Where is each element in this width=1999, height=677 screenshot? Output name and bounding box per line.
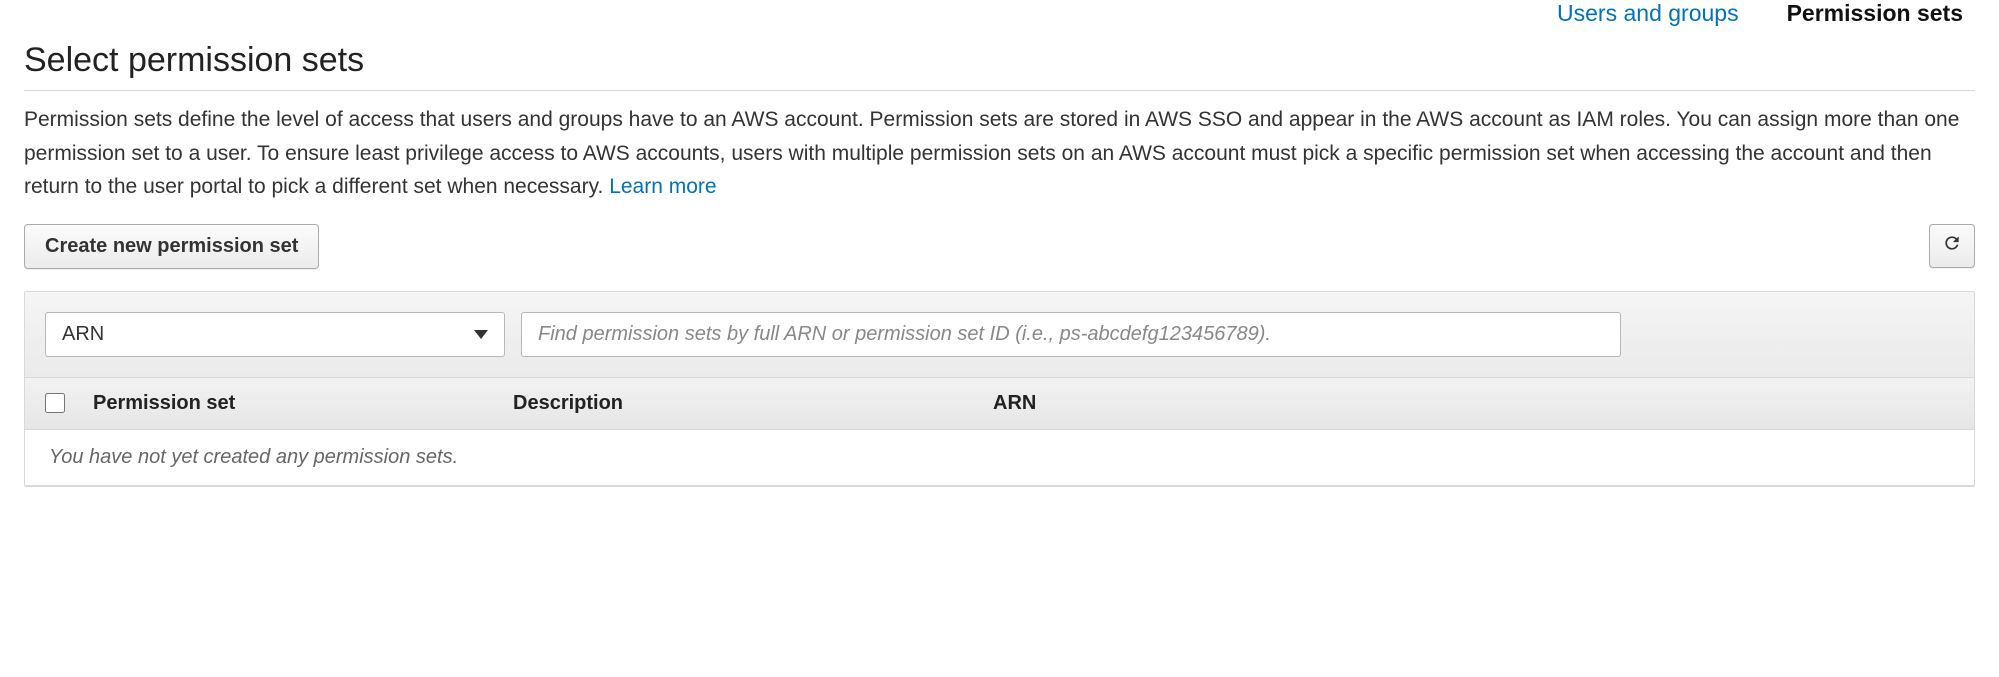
select-all-checkbox[interactable] — [45, 393, 65, 413]
description-text: Permission sets define the level of acce… — [24, 108, 1959, 198]
table-empty-message: You have not yet created any permission … — [25, 430, 1974, 486]
tab-permission-sets[interactable]: Permission sets — [1787, 0, 1963, 27]
tab-bar: Users and groups Permission sets — [24, 0, 1975, 35]
filter-bar: ARN — [25, 292, 1974, 378]
chevron-down-icon — [474, 330, 488, 339]
column-header-arn[interactable]: ARN — [993, 392, 1954, 415]
page-title: Select permission sets — [24, 41, 1975, 80]
tab-users-and-groups[interactable]: Users and groups — [1557, 0, 1739, 27]
select-all-cell — [45, 393, 93, 413]
refresh-button[interactable] — [1929, 224, 1975, 268]
column-header-permission-set[interactable]: Permission set — [93, 392, 513, 415]
create-permission-set-button[interactable]: Create new permission set — [24, 224, 319, 269]
filter-select-value: ARN — [62, 323, 104, 346]
column-header-description[interactable]: Description — [513, 392, 993, 415]
table-header-row: Permission set Description ARN — [25, 378, 1974, 430]
search-input[interactable] — [521, 312, 1621, 357]
filter-type-select[interactable]: ARN — [45, 312, 505, 357]
page-description: Permission sets define the level of acce… — [24, 103, 1975, 204]
refresh-icon — [1942, 233, 1962, 259]
toolbar: Create new permission set — [24, 224, 1975, 269]
title-divider — [24, 90, 1975, 91]
learn-more-link[interactable]: Learn more — [609, 175, 716, 198]
permission-sets-table: ARN Permission set Description ARN You h… — [24, 291, 1975, 487]
